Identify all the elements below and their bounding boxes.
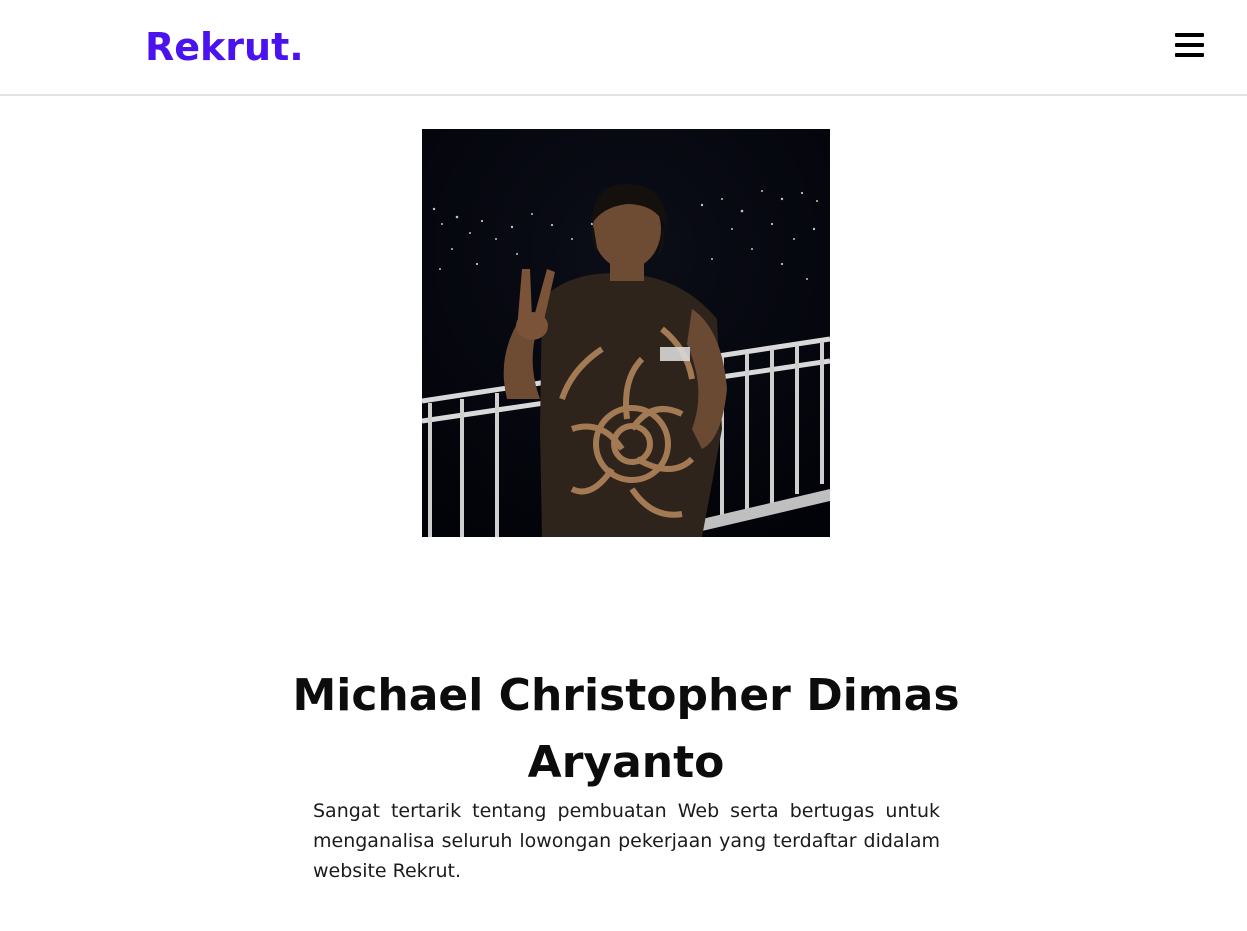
hamburger-menu-icon[interactable] [1175, 32, 1204, 59]
hamburger-bar [1175, 43, 1204, 47]
profile-photo [422, 129, 830, 537]
hamburger-bar [1175, 33, 1204, 37]
profile-photo-image [422, 129, 830, 537]
hamburger-bar [1175, 53, 1204, 57]
navbar: Rekrut. [0, 0, 1247, 96]
profile-name: Michael Christopher Dimas Aryanto [292, 670, 960, 788]
profile-bio: Sangat tertarik tentang pembuatan Web se… [313, 800, 940, 882]
brand-logo[interactable]: Rekrut. [145, 22, 304, 72]
